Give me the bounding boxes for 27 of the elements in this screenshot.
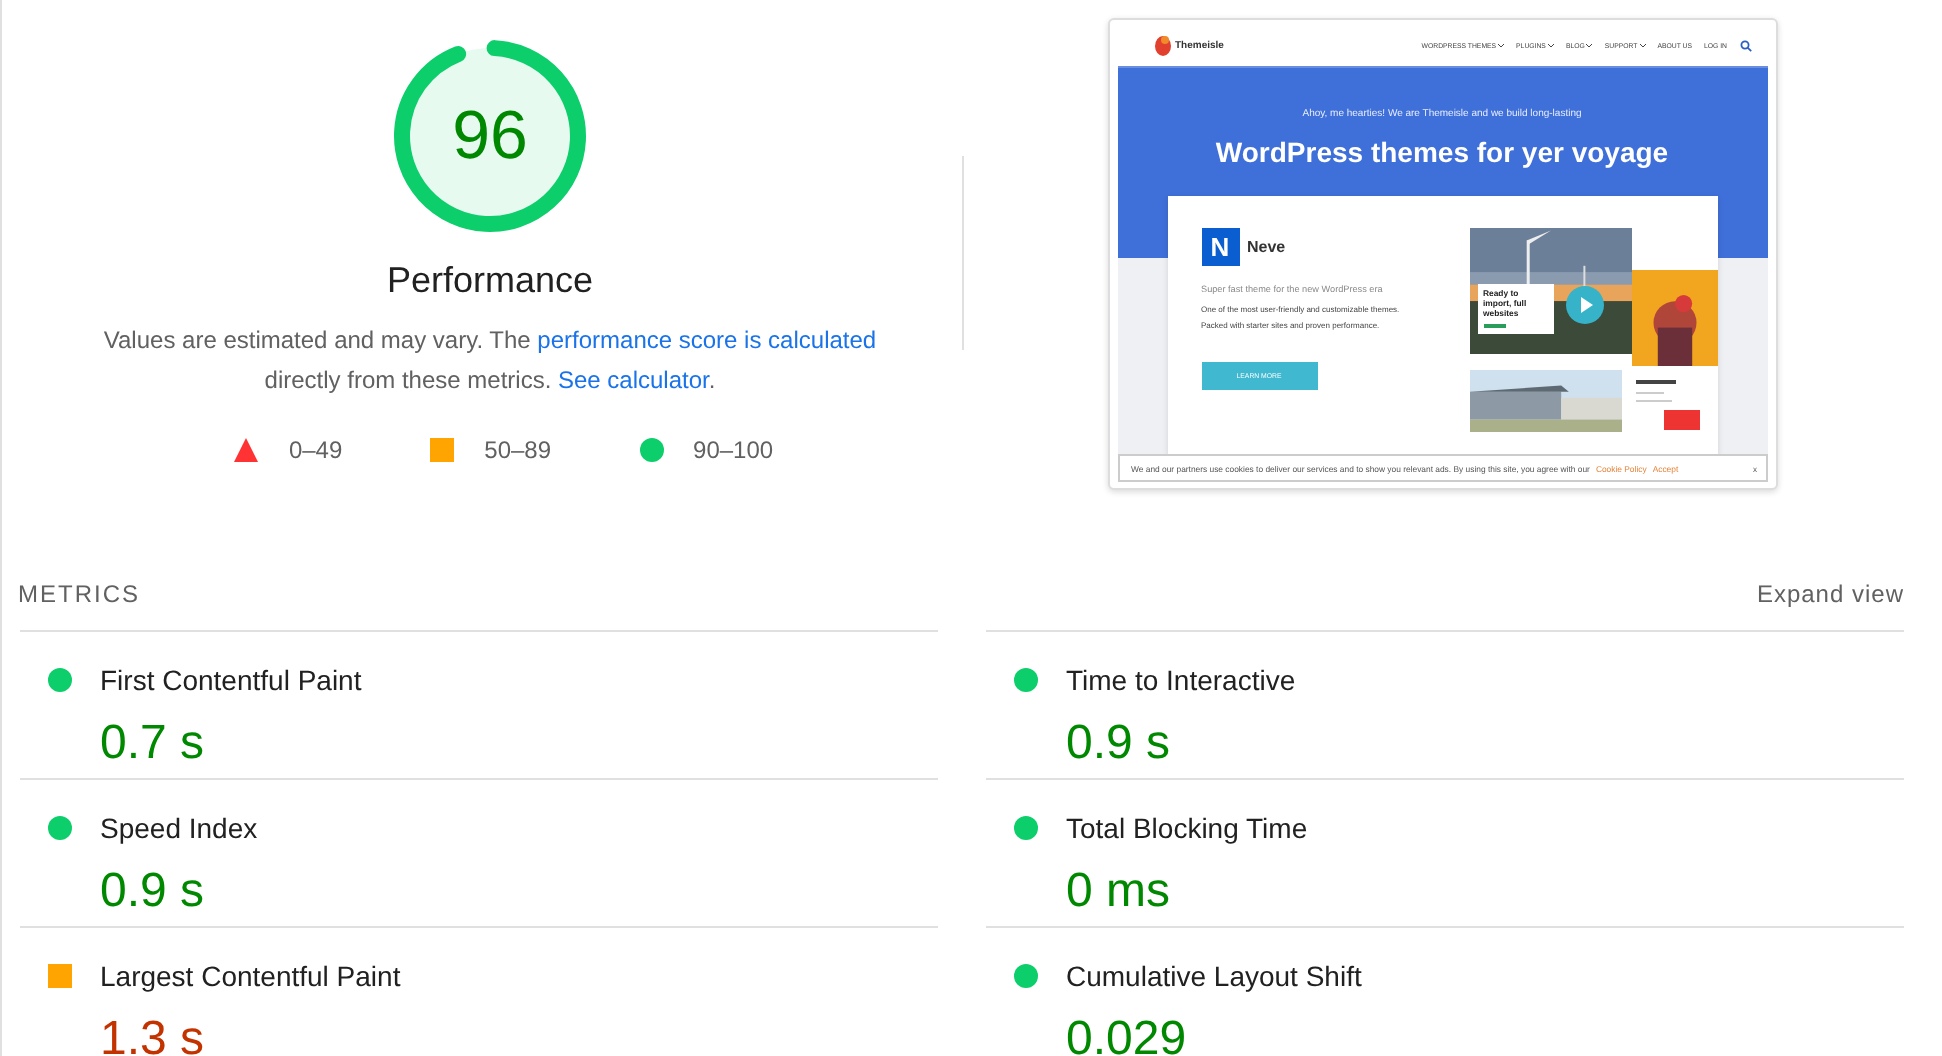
product-name: Neve bbox=[1247, 238, 1286, 256]
metric-value: 0.9 s bbox=[100, 863, 207, 919]
metric-title: First Contentful Paint bbox=[100, 663, 364, 695]
metric-value: 0.7 s bbox=[100, 715, 207, 771]
metric-title: Speed Index bbox=[100, 811, 260, 843]
metric-value: 0.9 s bbox=[1066, 715, 1173, 771]
legend-range: 50–89 bbox=[484, 436, 552, 464]
description-link[interactable]: See calculator bbox=[557, 366, 709, 394]
hero-headline: WordPress themes for yer voyage bbox=[1215, 135, 1669, 168]
legend-range: 0–49 bbox=[288, 436, 343, 464]
category-title: Performance bbox=[386, 260, 594, 302]
metric-value: 0.029 bbox=[1066, 1011, 1189, 1056]
legend-range: 90–100 bbox=[693, 436, 774, 464]
search-icon[interactable] bbox=[1739, 39, 1751, 52]
bird-logo-icon bbox=[1153, 34, 1171, 57]
metrics-heading: METRICS bbox=[18, 580, 140, 608]
expand-view-toggle[interactable]: Expand view bbox=[1756, 580, 1904, 608]
metric-title: Time to Interactive bbox=[1066, 663, 1298, 695]
metric-title: Total Blocking Time bbox=[1066, 811, 1310, 843]
metric-title: Cumulative Layout Shift bbox=[1066, 959, 1364, 991]
score-description: Values are estimated and may vary. The performance score is calculated directly from these metrics. See calculator. bbox=[101, 324, 879, 398]
product-logo: N bbox=[1201, 228, 1239, 266]
description-link[interactable]: performance score is calculated bbox=[537, 326, 877, 354]
metric-value: 0 ms bbox=[1066, 863, 1173, 919]
score-value: 96 bbox=[452, 100, 528, 172]
metric-value: 1.3 s bbox=[100, 1011, 207, 1056]
metric-title: Largest Contentful Paint bbox=[100, 959, 403, 991]
